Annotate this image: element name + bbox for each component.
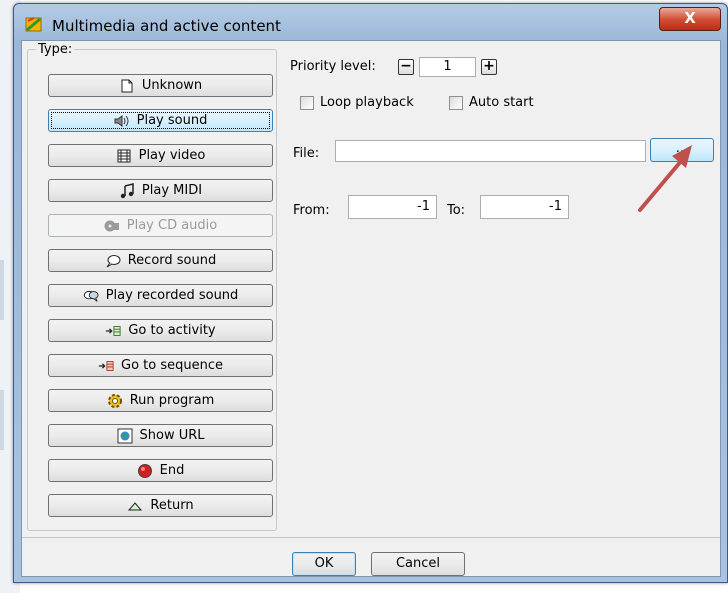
- to-label: To:: [447, 203, 466, 218]
- footer-separator: [22, 537, 720, 538]
- from-field[interactable]: -1: [348, 195, 437, 219]
- arrow-list-red-icon: [98, 358, 114, 374]
- type-button-label: Run program: [129, 393, 215, 408]
- priority-label: Priority level:: [290, 59, 376, 74]
- type-button-return[interactable]: Return: [48, 494, 273, 517]
- type-button-label: Go to sequence: [121, 358, 223, 373]
- to-field[interactable]: -1: [480, 195, 569, 219]
- type-button-unknown[interactable]: Unknown: [48, 74, 273, 97]
- type-button-record-sound[interactable]: Record sound: [48, 249, 273, 272]
- type-button-run-program[interactable]: Run program: [48, 389, 273, 412]
- type-button-label: Play CD audio: [126, 218, 218, 233]
- type-button-label: Record sound: [127, 253, 217, 268]
- checkbox-box[interactable]: [300, 95, 314, 110]
- type-button-label: Play video: [138, 148, 206, 163]
- background-bar: [0, 260, 4, 320]
- file-field[interactable]: [335, 140, 646, 162]
- loop-playback-label: Loop playback: [320, 95, 414, 110]
- type-group: Type: Unknown Play sound Play video Play…: [27, 42, 277, 531]
- file-label: File:: [293, 146, 320, 161]
- app-icon: [25, 15, 43, 37]
- speech-bubble-icon: [105, 253, 121, 269]
- window-title: Multimedia and active content: [52, 17, 281, 35]
- gear-icon: [107, 393, 123, 409]
- music-note-icon: [119, 182, 135, 199]
- loop-playback-checkbox[interactable]: Loop playback: [300, 95, 414, 110]
- type-button-go-to-sequence[interactable]: Go to sequence: [48, 354, 273, 377]
- stop-icon: [137, 463, 153, 479]
- priority-field[interactable]: 1: [419, 57, 476, 77]
- type-button-show-url[interactable]: Show URL: [48, 424, 273, 447]
- from-label: From:: [293, 203, 330, 218]
- priority-decrease-button[interactable]: −: [398, 59, 414, 75]
- type-button-label: Play MIDI: [141, 183, 203, 198]
- ok-button[interactable]: OK: [292, 552, 356, 576]
- type-button-play-video[interactable]: Play video: [48, 144, 273, 167]
- priority-increase-button[interactable]: +: [481, 59, 497, 75]
- type-button-play-midi[interactable]: Play MIDI: [48, 179, 273, 202]
- auto-start-checkbox[interactable]: Auto start: [449, 95, 534, 110]
- type-button-label: Go to activity: [128, 323, 216, 338]
- browse-button[interactable]: ...: [650, 138, 714, 162]
- globe-icon: [117, 428, 133, 444]
- type-legend: Type:: [36, 42, 75, 57]
- background-bar: [0, 390, 4, 450]
- cd-icon: [104, 218, 120, 234]
- title-bar: Multimedia and active content X: [14, 4, 727, 42]
- type-button-label: Return: [150, 498, 194, 513]
- film-icon: [116, 148, 132, 164]
- type-button-play-recorded-sound[interactable]: Play recorded sound: [48, 284, 273, 307]
- type-button-label: Play sound: [136, 113, 208, 128]
- type-button-go-to-activity[interactable]: Go to activity: [48, 319, 273, 342]
- type-button-end[interactable]: End: [48, 459, 273, 482]
- close-button[interactable]: X: [659, 7, 721, 31]
- type-button-label: Play recorded sound: [105, 288, 239, 303]
- arrow-list-icon: [105, 323, 121, 339]
- type-button-label: Show URL: [139, 428, 205, 443]
- type-button-label: End: [159, 463, 185, 478]
- checkbox-box[interactable]: [449, 95, 463, 110]
- triangle-up-icon: [127, 498, 143, 514]
- dialog-client: Type: Unknown Play sound Play video Play…: [21, 40, 721, 577]
- speaker-icon: [114, 113, 130, 129]
- dialog-window: Multimedia and active content X Type: Un…: [13, 3, 728, 583]
- type-button-label: Unknown: [141, 78, 203, 93]
- auto-start-label: Auto start: [469, 95, 534, 110]
- speech-bubbles-icon: [83, 288, 99, 304]
- type-button-play-sound[interactable]: Play sound: [48, 109, 273, 132]
- type-button-play-cd-audio: Play CD audio: [48, 214, 273, 237]
- cancel-button[interactable]: Cancel: [371, 552, 465, 576]
- document-icon: [119, 78, 135, 94]
